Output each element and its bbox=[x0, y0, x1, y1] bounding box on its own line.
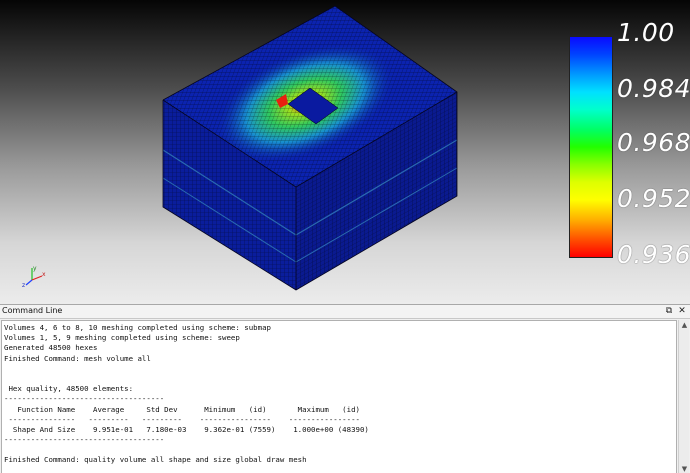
triad-z-label: z bbox=[22, 282, 25, 288]
legend-label-2: 0.984 bbox=[617, 74, 690, 103]
command-output-line: ------------------------------------ bbox=[4, 394, 165, 404]
command-line-titlebar[interactable]: Command Line ⧉ ✕ bbox=[0, 305, 690, 319]
triad-y-label: y bbox=[33, 265, 37, 272]
graphics-viewport[interactable]: 1.00 0.984 0.968 0.952 0.936 y x z bbox=[0, 0, 690, 304]
color-legend-bar bbox=[569, 36, 613, 258]
command-output-line: ------------------------------------ bbox=[4, 435, 165, 445]
legend-label-min: 0.936 bbox=[617, 240, 690, 269]
command-output-line: Volumes 4, 6 to 8, 10 meshing completed … bbox=[4, 323, 271, 332]
command-output-line bbox=[4, 374, 676, 384]
command-output-area[interactable]: Volumes 4, 6 to 8, 10 meshing completed … bbox=[1, 320, 677, 473]
close-icon[interactable]: ✕ bbox=[677, 306, 687, 317]
command-output-line: Volumes 1, 5, 9 meshing completed using … bbox=[4, 333, 240, 343]
vertical-scrollbar[interactable]: ▲ ▼ bbox=[678, 320, 689, 473]
command-line-title: Command Line bbox=[2, 306, 63, 315]
command-output-line: --------------- --------- --------- ----… bbox=[4, 414, 360, 424]
command-output-line: Hex quality, 48500 elements: bbox=[4, 384, 134, 394]
legend-label-max: 1.00 bbox=[617, 18, 675, 47]
command-output-line: Function Name Average Std Dev Minimum (i… bbox=[4, 404, 360, 414]
command-output-line: Generated 48500 hexes bbox=[4, 343, 98, 353]
legend-label-4: 0.952 bbox=[617, 184, 690, 213]
axis-triad-icon: y x z bbox=[22, 265, 46, 288]
legend-label-3: 0.968 bbox=[617, 128, 690, 157]
triad-x-label: x bbox=[42, 271, 46, 278]
float-window-icon[interactable]: ⧉ bbox=[664, 306, 674, 317]
command-output-line bbox=[4, 445, 676, 455]
command-line-panel: Command Line ⧉ ✕ Volumes 4, 6 to 8, 10 m… bbox=[0, 304, 690, 473]
scroll-down-icon[interactable]: ▼ bbox=[679, 464, 690, 473]
scroll-up-icon[interactable]: ▲ bbox=[679, 320, 690, 330]
command-output-line: Shape And Size 9.951e-01 7.180e-03 9.362… bbox=[4, 424, 369, 434]
command-output-text: Volumes 4, 6 to 8, 10 meshing completed … bbox=[2, 321, 676, 466]
command-output-line: Finished Command: quality volume all sha… bbox=[4, 455, 307, 465]
command-output-line: Finished Command: mesh volume all bbox=[4, 353, 151, 363]
command-output-line bbox=[4, 364, 676, 374]
